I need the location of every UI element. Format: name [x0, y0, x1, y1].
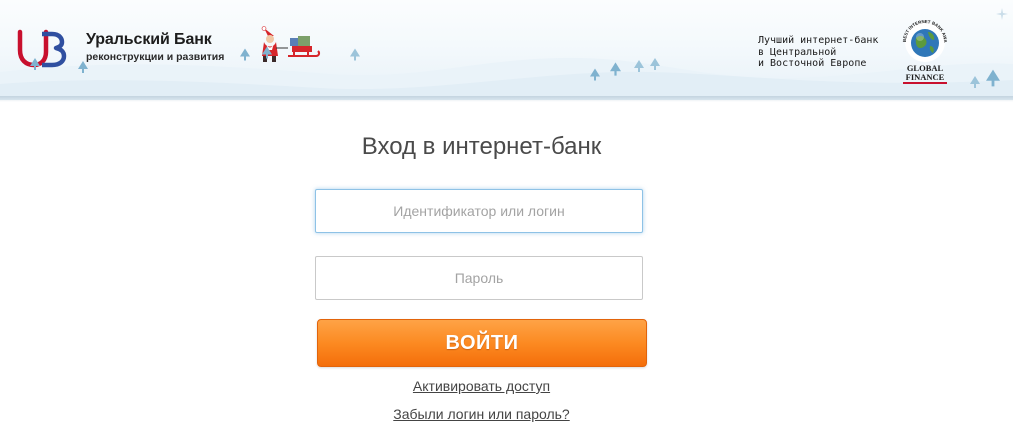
fir-tree-icon [262, 46, 272, 59]
header-shadow [0, 96, 1013, 102]
fir-tree-icon [996, 8, 1008, 20]
login-button[interactable]: ВОЙТИ [317, 319, 647, 367]
global-finance-logo: GLOBAL FINANCE [905, 63, 945, 82]
award-line: в Центральной [758, 46, 837, 58]
fir-tree-icon [590, 68, 600, 81]
fir-tree-icon [610, 62, 621, 76]
fir-tree-icon [986, 69, 1000, 87]
award-line: и Восточной Европе [758, 58, 867, 69]
fir-tree-icon [970, 76, 980, 88]
bank-logo-icon[interactable] [16, 26, 68, 68]
global-finance-underline [903, 82, 947, 84]
fir-tree-icon [78, 61, 88, 73]
forgot-credentials-link[interactable]: Забыли логин или пароль? [0, 406, 963, 422]
header-banner: Уральский Банк реконструкции и развития … [0, 0, 1013, 100]
fir-tree-icon [634, 60, 644, 72]
bank-name: Уральский Банк [86, 31, 212, 48]
fir-tree-icon [240, 48, 250, 61]
fir-tree-icon [650, 58, 660, 70]
fir-tree-icon [350, 48, 360, 61]
activate-access-link[interactable]: Активировать доступ [0, 378, 963, 394]
bank-subtitle: реконструкции и развития [86, 51, 225, 63]
award-text: Лучший интернет-банк в Центральной и Вос… [758, 35, 898, 70]
page-title: Вход в интернет-банк [361, 133, 602, 160]
password-input[interactable] [315, 256, 643, 300]
award-line: Лучший интернет-банк [758, 35, 879, 46]
login-input[interactable] [315, 189, 643, 233]
fir-tree-icon [30, 58, 40, 70]
